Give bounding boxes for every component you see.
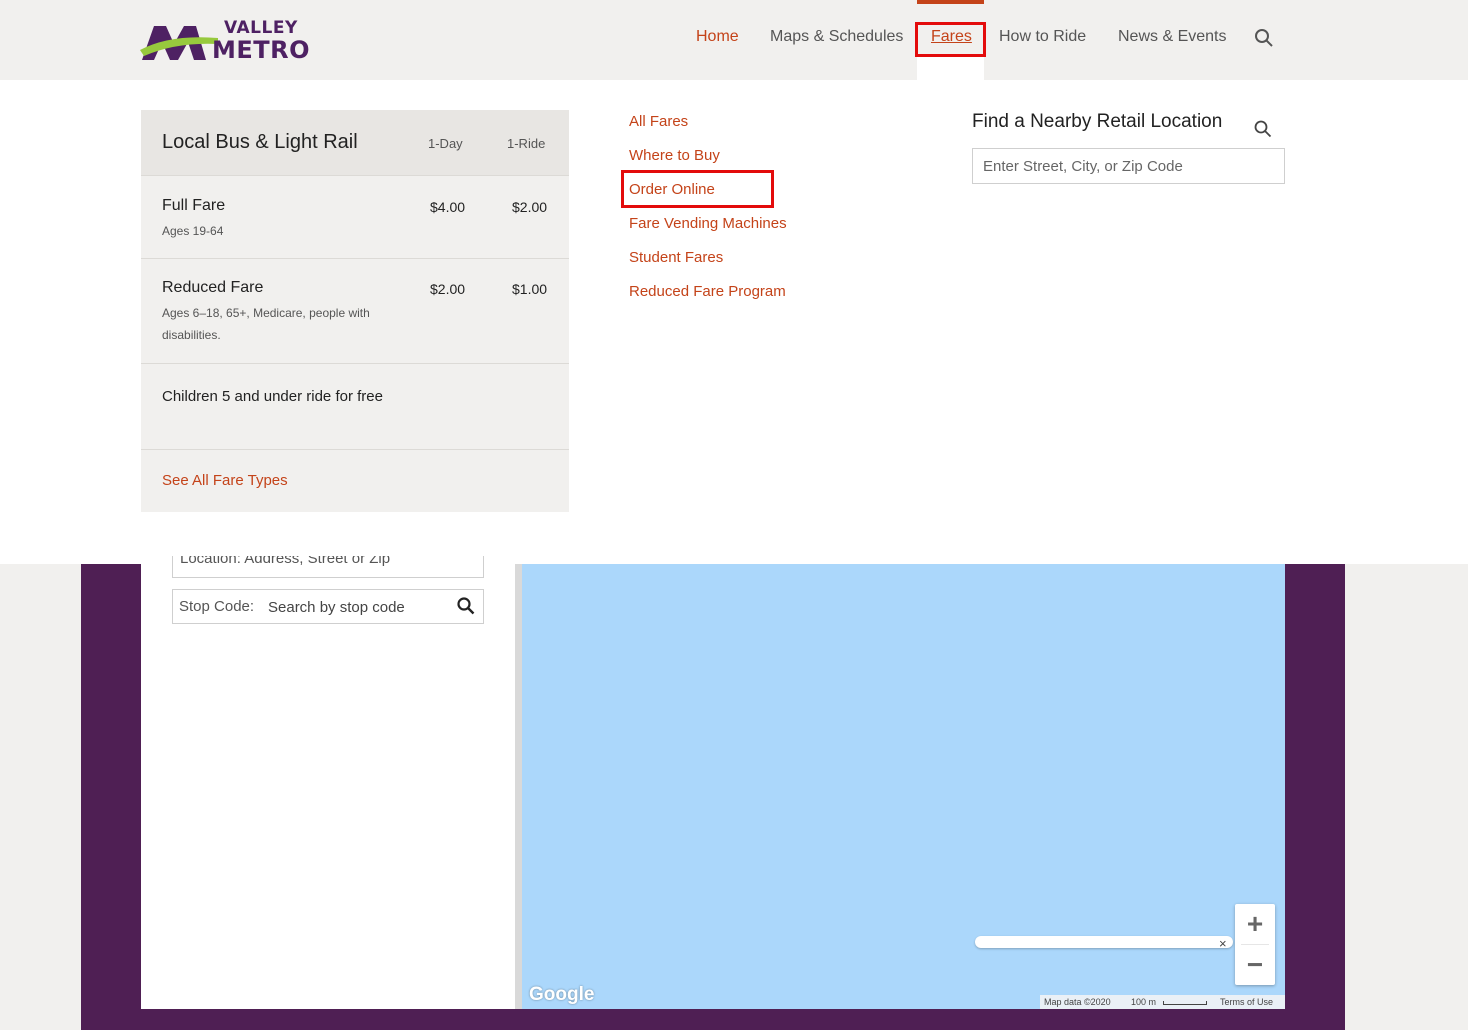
link-reduced-fare-program[interactable]: Reduced Fare Program: [629, 283, 786, 300]
active-tab-background: [917, 56, 984, 80]
nav-home[interactable]: Home: [696, 28, 739, 46]
price-1-day: $4.00: [430, 199, 466, 215]
trip-planner-panel: [141, 564, 515, 1009]
stop-code-label: Stop Code:: [179, 598, 255, 615]
fare-detail: Ages 6–18, 65+, Medicare, people with di…: [162, 306, 370, 342]
logo-text-metro: METRO: [212, 36, 311, 64]
fares-mega-menu: Local Bus & Light Rail 1-Day 1-Ride Full…: [0, 80, 1468, 564]
fare-name: Full Fare: [162, 197, 226, 214]
map-scale-bar: [1163, 1001, 1207, 1005]
location-field-text: Location: Address, Street or Zip: [180, 556, 391, 567]
map-info-bubble: [975, 936, 1233, 948]
price-1-ride: $2.00: [512, 199, 548, 215]
fare-row-reduced: Reduced Fare Ages 6–18, 65+, Medicare, p…: [141, 259, 569, 364]
fare-name: Reduced Fare: [162, 279, 264, 296]
zoom-out-button[interactable]: −: [1235, 945, 1275, 985]
retail-location-title: Find a Nearby Retail Location: [972, 111, 1223, 132]
logo-text-valley: VALLEY: [224, 18, 298, 38]
stop-code-field[interactable]: Stop Code:: [172, 589, 484, 624]
map-zoom-control: + −: [1235, 904, 1275, 985]
column-1-day: 1-Day: [428, 136, 463, 151]
metro-m-icon: [140, 26, 218, 60]
price-1-day: $2.00: [430, 281, 466, 297]
link-fare-vending-machines[interactable]: Fare Vending Machines: [629, 215, 787, 232]
map-data-credit: Map data ©2020: [1044, 997, 1111, 1007]
fare-table-card: Local Bus & Light Rail 1-Day 1-Ride Full…: [141, 110, 569, 512]
see-all-fare-types-link[interactable]: See All Fare Types: [162, 472, 288, 489]
map-scale-label[interactable]: 100 m: [1131, 997, 1156, 1007]
fare-table-header: Local Bus & Light Rail 1-Day 1-Ride: [141, 110, 569, 176]
order-online-highlight-box: [621, 170, 774, 208]
retail-location-input[interactable]: [972, 148, 1285, 184]
active-tab-indicator: [917, 0, 984, 4]
fare-table-title: Local Bus & Light Rail: [162, 131, 358, 153]
nav-news-events[interactable]: News & Events: [1118, 28, 1226, 46]
map-attribution: Map data ©2020 100 m Terms of Use: [1040, 995, 1285, 1009]
nav-maps-schedules[interactable]: Maps & Schedules: [770, 28, 903, 46]
terms-of-use-link[interactable]: Terms of Use: [1220, 997, 1273, 1007]
price-1-ride: $1.00: [512, 281, 548, 297]
search-icon[interactable]: [457, 597, 475, 615]
link-student-fares[interactable]: Student Fares: [629, 249, 723, 266]
site-header: VALLEY METRO Home Maps & Schedules Fares…: [0, 0, 1468, 80]
fare-detail: Ages 19-64: [162, 224, 224, 238]
search-icon[interactable]: [1254, 28, 1274, 48]
valley-metro-logo[interactable]: VALLEY METRO: [140, 18, 310, 64]
location-field[interactable]: Location: Address, Street or Zip: [172, 556, 484, 578]
children-fare-note: Children 5 and under ride for free: [162, 388, 383, 405]
zoom-in-button[interactable]: +: [1235, 904, 1275, 944]
search-icon[interactable]: [1254, 120, 1272, 138]
google-logo: Google: [529, 984, 595, 1005]
link-all-fares[interactable]: All Fares: [629, 113, 688, 130]
close-icon[interactable]: ×: [1219, 936, 1227, 951]
stop-code-input[interactable]: [268, 596, 448, 618]
column-1-ride: 1-Ride: [507, 136, 546, 151]
fares-highlight-box: [915, 22, 986, 57]
fare-row-full: Full Fare Ages 19-64 $4.00 $2.00: [141, 177, 569, 259]
fare-row-children: Children 5 and under ride for free: [141, 364, 569, 450]
nav-how-to-ride[interactable]: How to Ride: [999, 28, 1086, 46]
panel-divider[interactable]: [515, 564, 522, 1009]
link-where-to-buy[interactable]: Where to Buy: [629, 147, 720, 164]
